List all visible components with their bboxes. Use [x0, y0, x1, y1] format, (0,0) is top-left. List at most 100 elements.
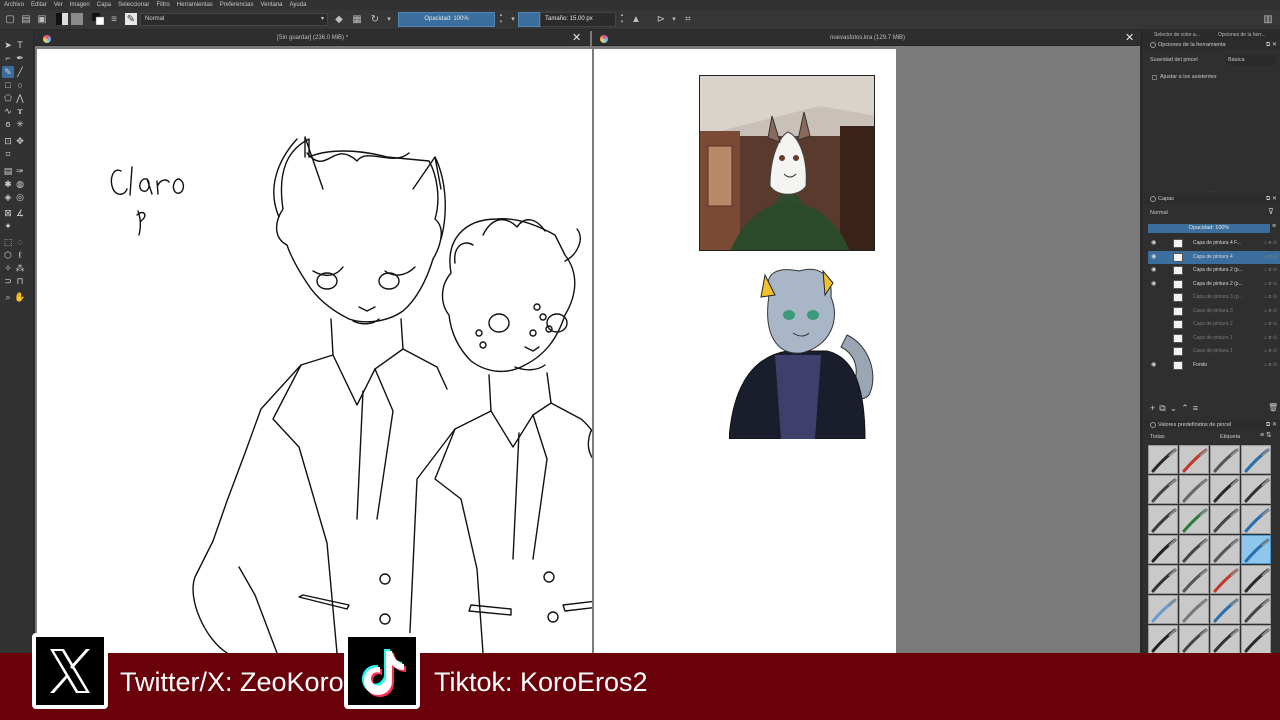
- menu-preferencias[interactable]: Preferencias: [220, 0, 254, 10]
- gradient-tool-icon[interactable]: ▤: [2, 165, 14, 177]
- menu-filtro[interactable]: Filtro: [156, 0, 169, 10]
- opacity-slider[interactable]: Opacidad: 100%: [398, 12, 495, 27]
- brush-preset-tile[interactable]: [1148, 505, 1178, 534]
- layer-row[interactable]: ◉ Capa de pintura 4 F... ⌂ α ⊙: [1148, 237, 1280, 250]
- mirror-horizontal-icon[interactable]: ⊳: [655, 13, 667, 25]
- polyline-tool-icon[interactable]: ⋀: [14, 92, 26, 104]
- size-spinner-icon[interactable]: ▴ ▾: [617, 12, 627, 27]
- measure-tool-icon[interactable]: ∡: [14, 207, 26, 219]
- workspace-icon[interactable]: ▥: [1262, 13, 1274, 25]
- brush-preset-tile[interactable]: [1241, 535, 1271, 564]
- open-document-icon[interactable]: ▤: [20, 13, 32, 25]
- layer-properties-icon[interactable]: ⌂ α ⊙: [1264, 305, 1277, 318]
- dynamic-brush-icon[interactable]: ϭ: [2, 118, 14, 130]
- eye-hidden-icon[interactable]: ·: [1151, 291, 1153, 304]
- layer-row[interactable]: ◉ Capa de pintura 4 ⌂ α ⊙: [1148, 250, 1280, 264]
- document-tab-1[interactable]: [Sin guardar] (236.0 MiB) * ✕: [35, 31, 590, 46]
- dropdown-arrow-icon[interactable]: ▾: [668, 13, 680, 25]
- edit-brush-settings-icon[interactable]: ≡: [108, 13, 120, 25]
- menu-seleccionar[interactable]: Seleccionar: [118, 0, 149, 10]
- eye-icon[interactable]: ◉: [1151, 264, 1156, 277]
- brush-preset-tile[interactable]: [1210, 475, 1240, 504]
- eye-hidden-icon[interactable]: ·: [1151, 345, 1153, 358]
- brush-preset-tile[interactable]: [1148, 565, 1178, 594]
- ellipse-select-icon[interactable]: ◌: [14, 236, 26, 248]
- rect-select-icon[interactable]: ⬚: [2, 236, 14, 248]
- polygon-tool-icon[interactable]: ⬠: [2, 92, 14, 104]
- brush-filter-select[interactable]: Todas: [1150, 433, 1208, 442]
- brush-preset-tile[interactable]: [1179, 535, 1209, 564]
- brush-preset-icon[interactable]: ✎: [125, 13, 137, 25]
- text-tool-icon[interactable]: T: [14, 39, 26, 51]
- polygon-select-icon[interactable]: ⬡: [2, 249, 14, 261]
- warning-icon[interactable]: ▲: [630, 13, 642, 25]
- menu-ver[interactable]: Ver: [54, 0, 63, 10]
- dropdown-arrow-icon[interactable]: ▾: [383, 13, 395, 25]
- layer-row[interactable]: · Capa de pintura 3 ⌂ α ⊙: [1148, 305, 1280, 318]
- menu-ayuda[interactable]: Ayuda: [290, 0, 307, 10]
- flow-slider[interactable]: [518, 12, 540, 27]
- layer-row[interactable]: · Capa de pintura 1 ⌂ α ⊙: [1148, 345, 1280, 358]
- calligraphy-icon[interactable]: ✒: [14, 52, 26, 64]
- layer-row[interactable]: ◉ Fondo ⌂ α ⊙: [1148, 359, 1280, 372]
- zoom-tool-icon[interactable]: ⌕: [2, 291, 14, 303]
- eye-hidden-icon[interactable]: ·: [1151, 318, 1153, 331]
- brush-preset-tile[interactable]: [1241, 595, 1271, 624]
- brush-preset-tile[interactable]: [1210, 625, 1240, 654]
- select-shapes-icon[interactable]: ➤: [2, 39, 14, 51]
- brush-preset-tile[interactable]: [1179, 625, 1209, 654]
- layer-properties-icon[interactable]: ⌂ α ⊙: [1264, 251, 1277, 264]
- ellipse-tool-icon[interactable]: ○: [14, 79, 26, 91]
- eye-icon[interactable]: ◉: [1151, 359, 1156, 372]
- layer-properties-icon[interactable]: ⌂ α ⊙: [1264, 359, 1277, 372]
- brush-preset-tile[interactable]: [1179, 595, 1209, 624]
- brush-preset-tile[interactable]: [1148, 445, 1178, 474]
- menu-capa[interactable]: Capa: [97, 0, 111, 10]
- eye-icon[interactable]: ◉: [1151, 278, 1156, 291]
- eye-hidden-icon[interactable]: ·: [1151, 332, 1153, 345]
- freehand-path-icon[interactable]: ɤ: [14, 105, 26, 117]
- preserve-alpha-icon[interactable]: ▦: [351, 13, 363, 25]
- magnetic-select-icon[interactable]: ⊓: [14, 275, 26, 287]
- assistants-checkbox[interactable]: [1152, 75, 1157, 80]
- layer-row[interactable]: · Capa de pintura 2 ⌂ α ⊙: [1148, 318, 1280, 331]
- pan-tool-icon[interactable]: ✋: [14, 291, 26, 303]
- reload-preset-icon[interactable]: ↻: [369, 13, 381, 25]
- layer-properties-icon[interactable]: ⌂ α ⊙: [1264, 318, 1277, 331]
- panel-buttons-icon[interactable]: ⧉ ✕: [1266, 420, 1277, 430]
- line-tool-icon[interactable]: ╱: [14, 66, 26, 78]
- layer-row[interactable]: · Capa de pintura 1 ⌂ α ⊙: [1148, 332, 1280, 345]
- document-tab-2[interactable]: nuevasfotos.kra (129.7 MiB) ✕: [592, 31, 1140, 46]
- brush-preset-tile[interactable]: [1241, 565, 1271, 594]
- brush-preset-tile[interactable]: [1210, 595, 1240, 624]
- smoothing-select[interactable]: Básica: [1226, 55, 1276, 65]
- eraser-mode-icon[interactable]: ◆: [333, 13, 345, 25]
- eye-icon[interactable]: ◉: [1151, 251, 1156, 264]
- assistant-tool-icon[interactable]: ⊠: [2, 207, 14, 219]
- panel-buttons-icon[interactable]: ⧉ ✕: [1266, 194, 1277, 204]
- layer-properties-icon[interactable]: ⌂ α ⊙: [1264, 332, 1277, 345]
- layer-opacity-slider[interactable]: Opacidad: 100%: [1148, 224, 1270, 233]
- wrap-around-icon[interactable]: ⌗: [682, 13, 694, 25]
- blend-mode-select[interactable]: Normal ▾: [140, 13, 328, 26]
- move-tool-icon[interactable]: ✥: [14, 135, 26, 147]
- menu-editar[interactable]: Editar: [31, 0, 47, 10]
- filter-icon[interactable]: ⊽: [1268, 207, 1274, 216]
- menu-icon[interactable]: ≡: [1272, 223, 1276, 230]
- size-slider[interactable]: Tamaño: 15.00 px: [540, 12, 616, 27]
- fill-tool-icon[interactable]: ◈: [2, 191, 14, 203]
- delete-layer-icon[interactable]: 🗑: [1268, 403, 1278, 412]
- similar-select-icon[interactable]: ⁂: [14, 262, 26, 274]
- layers-blend-select[interactable]: Normal: [1150, 209, 1250, 218]
- save-icon[interactable]: ▣: [36, 13, 48, 25]
- layer-row[interactable]: ◉ Capa de pintura 2 (p... ⌂ α ⊙: [1148, 278, 1280, 291]
- brush-preset-tile[interactable]: [1241, 625, 1271, 654]
- layer-row[interactable]: ◉ Capa de pintura 2 (p... ⌂ α ⊙: [1148, 264, 1280, 277]
- multibrush-icon[interactable]: ✳: [14, 118, 26, 130]
- brush-preset-tile[interactable]: [1179, 505, 1209, 534]
- fg-bg-color-icon[interactable]: [92, 13, 104, 25]
- rectangle-tool-icon[interactable]: □: [2, 79, 14, 91]
- edit-shapes-icon[interactable]: ⌐: [2, 52, 14, 64]
- menu-ventana[interactable]: Ventana: [260, 0, 282, 10]
- brush-preset-tile[interactable]: [1241, 475, 1271, 504]
